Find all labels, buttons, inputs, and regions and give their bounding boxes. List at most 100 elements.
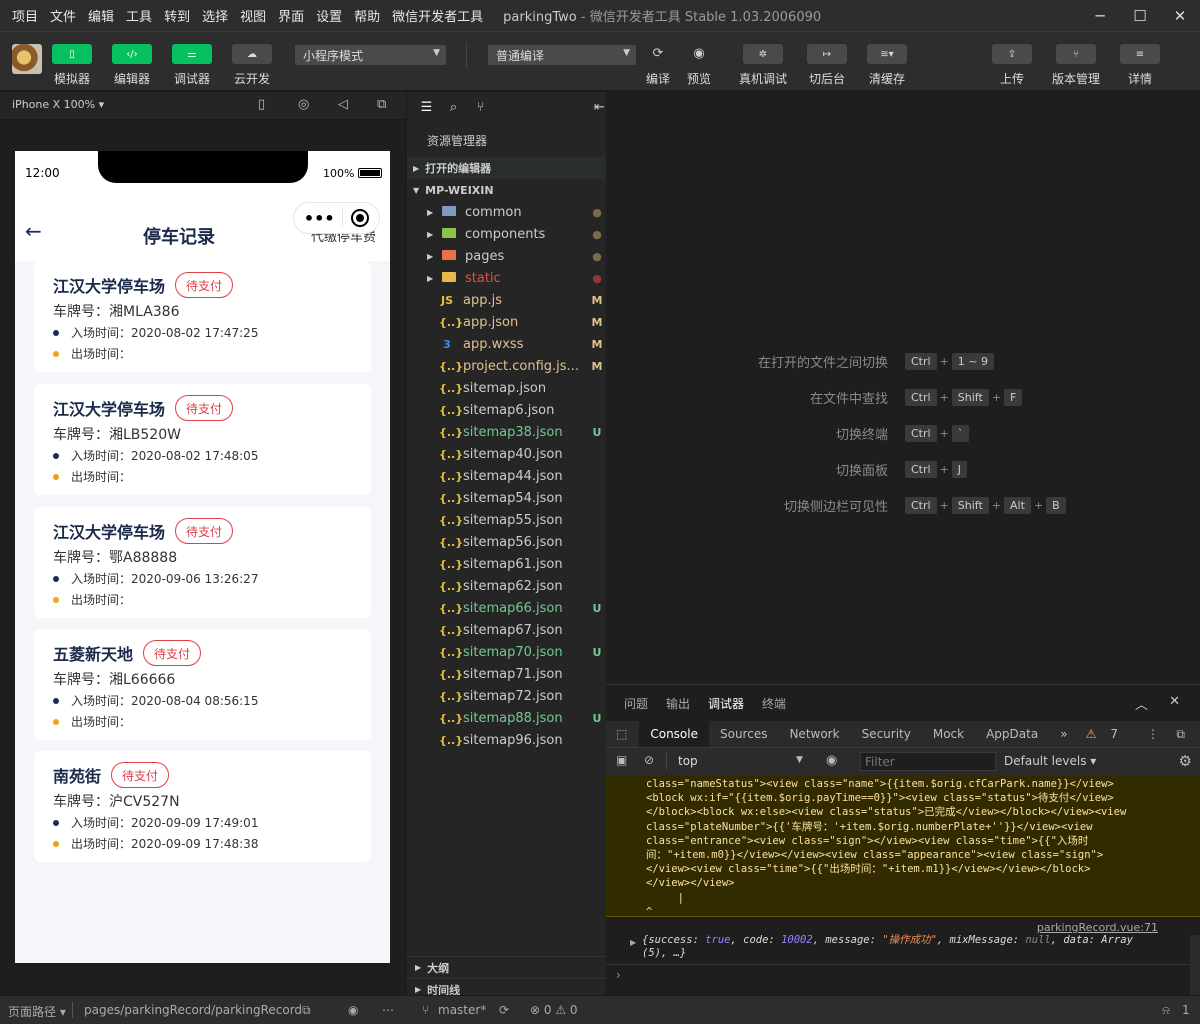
close-miniprogram-icon[interactable] (351, 209, 370, 227)
file-item[interactable]: {..} project.config.js... M (407, 355, 607, 377)
page-path-select[interactable]: 页面路径 ▾ (8, 1003, 66, 1020)
devtools-tab[interactable]: Sources (709, 721, 778, 747)
inspect-icon[interactable]: ⬚ (606, 721, 639, 747)
maximize-panel-icon[interactable]: ︿ (1135, 694, 1148, 713)
file-item[interactable]: {..} sitemap61.json (407, 553, 607, 575)
close-panel-icon[interactable]: ✕ (1169, 694, 1180, 709)
menu-item[interactable]: 选择 (202, 6, 228, 25)
bug-icon[interactable]: ✲ (743, 44, 783, 64)
menu-item[interactable]: 视图 (240, 6, 266, 25)
file-item[interactable]: {..} sitemap67.json (407, 619, 607, 641)
upload-icon[interactable]: ⇪ (992, 44, 1032, 64)
close-icon[interactable]: ✕ (1160, 0, 1200, 31)
back-arrow-icon[interactable]: ← (25, 219, 42, 243)
avatar[interactable] (12, 44, 42, 74)
git-branch[interactable]: master* (438, 1003, 486, 1017)
menu-item[interactable]: 文件 (50, 6, 76, 25)
devtools-tab[interactable]: Console (639, 721, 709, 747)
menu-icon[interactable]: ≡ (1120, 44, 1160, 64)
file-item[interactable]: JS app.js M (407, 289, 607, 311)
dock-icon[interactable]: ⧉ (1165, 721, 1196, 747)
devtools-tab[interactable]: Mock (922, 721, 975, 747)
simulator-button[interactable]: ▯ (52, 44, 92, 64)
console-log-entry[interactable]: parkingRecord.vue:71 ▶ {success: true, c… (606, 917, 1200, 965)
device-select[interactable]: iPhone X 100% ▾ (12, 98, 104, 111)
settings-gear-icon[interactable]: ⚙ (1179, 752, 1192, 770)
file-item[interactable]: {..} sitemap6.json (407, 399, 607, 421)
volume-icon[interactable]: ◁ (338, 97, 348, 112)
outline-section[interactable]: ▶ 大纲 (407, 956, 607, 978)
record-icon[interactable]: ◎ (298, 97, 309, 112)
file-item[interactable]: 3 app.wxss M (407, 333, 607, 355)
compile-select[interactable]: 普通编译 ▼ (488, 45, 636, 65)
log-levels-select[interactable]: Default levels ▾ (1004, 754, 1096, 768)
sync-icon[interactable]: ⟳ (499, 1003, 509, 1017)
eye-icon[interactable]: ◉ (348, 1003, 358, 1017)
branch-icon[interactable]: ⑂ (1056, 44, 1096, 64)
file-item[interactable]: {..} sitemap88.json U (407, 707, 607, 729)
minimize-icon[interactable]: ─ (1080, 0, 1120, 31)
mode-select[interactable]: 小程序模式 ▼ (295, 45, 446, 65)
menu-item[interactable]: 转到 (164, 6, 190, 25)
live-expression-eye-icon[interactable]: ◉ (826, 753, 837, 768)
switch-background-icon[interactable]: ↦ (807, 44, 847, 64)
cloud-button[interactable]: ☁ (232, 44, 272, 64)
menu-item[interactable]: 工具 (126, 6, 152, 25)
console-scrollbar[interactable] (1190, 935, 1200, 996)
console-prompt-icon[interactable]: › (616, 968, 621, 982)
menu-item[interactable]: 设置 (316, 6, 342, 25)
file-item[interactable]: {..} sitemap40.json (407, 443, 607, 465)
file-item[interactable]: {..} sitemap62.json (407, 575, 607, 597)
copy-icon[interactable]: ⧉ (302, 1003, 311, 1018)
parking-record-card[interactable]: 江汉大学停车场 待支付 车牌号：湘MLA386 入场时间：2020-08-02 17:… (34, 261, 371, 372)
folder-item[interactable]: ▶ pages ● (407, 245, 607, 267)
files-icon[interactable]: ☰ (419, 100, 434, 115)
file-item[interactable]: {..} sitemap55.json (407, 509, 607, 531)
context-select[interactable]: top (678, 754, 698, 768)
file-item[interactable]: {..} sitemap.json (407, 377, 607, 399)
file-item[interactable]: {..} sitemap38.json U (407, 421, 607, 443)
panel-tab[interactable]: 终端 (762, 695, 786, 712)
file-item[interactable]: {..} sitemap54.json (407, 487, 607, 509)
file-item[interactable]: {..} sitemap96.json (407, 729, 607, 751)
devtools-tab[interactable]: AppData (975, 721, 1049, 747)
devtools-tab[interactable]: Security (851, 721, 922, 747)
source-control-icon[interactable]: ⑂ (473, 100, 488, 115)
menu-item[interactable]: 界面 (278, 6, 304, 25)
clear-console-icon[interactable]: ⊘ (644, 753, 654, 767)
file-item[interactable]: {..} sitemap71.json (407, 663, 607, 685)
popout-icon[interactable]: ⧉ (377, 97, 386, 112)
file-item[interactable]: {..} app.json M (407, 311, 607, 333)
folder-item[interactable]: ▶ common ● (407, 201, 607, 223)
more-icon[interactable]: ••• (304, 209, 335, 228)
file-item[interactable]: {..} sitemap56.json (407, 531, 607, 553)
parking-record-card[interactable]: 南苑街 待支付 车牌号：沪CV527N 入场时间：2020-09-09 17:49:0… (34, 751, 371, 862)
editor-button[interactable]: ‹/› (112, 44, 152, 64)
menu-item[interactable]: 项目 (12, 6, 38, 25)
layers-icon[interactable]: ≋▾ (867, 44, 907, 64)
warning-icon[interactable]: ⚠ 7 (1075, 721, 1140, 747)
expand-triangle-icon[interactable]: ▶ (630, 938, 636, 947)
file-item[interactable]: {..} sitemap44.json (407, 465, 607, 487)
devtools-tab[interactable]: Network (778, 721, 850, 747)
console-filter-input[interactable] (860, 752, 996, 771)
debugger-button[interactable]: ⚌ (172, 44, 212, 64)
eye-icon[interactable]: ◉ (679, 43, 719, 63)
root-folder[interactable]: ▼ MP-WEIXIN (407, 179, 607, 201)
sidebar-toggle-icon[interactable]: ▣ (616, 753, 627, 767)
file-item[interactable]: {..} sitemap66.json U (407, 597, 607, 619)
log-source-link[interactable]: parkingRecord.vue:71 (1037, 921, 1158, 934)
file-item[interactable]: {..} sitemap72.json (407, 685, 607, 707)
collapse-sidebar-icon[interactable]: ⇤ (592, 100, 607, 115)
problems-count[interactable]: ⊗ 0 ⚠ 0 (530, 1003, 578, 1017)
parking-record-card[interactable]: 江汉大学停车场 待支付 车牌号：湘LB520W 入场时间：2020-08-02 17:… (34, 384, 371, 495)
folder-item[interactable]: ▶ components ● (407, 223, 607, 245)
file-item[interactable]: {..} sitemap70.json U (407, 641, 607, 663)
parking-record-card[interactable]: 江汉大学停车场 待支付 车牌号：鄂A88888 入场时间：2020-09-06 13:… (34, 507, 371, 618)
menu-item[interactable]: 帮助 (354, 6, 380, 25)
menu-item[interactable]: 微信开发者工具 (392, 6, 483, 25)
menu-item[interactable]: 编辑 (88, 6, 114, 25)
phone-icon[interactable]: ▯ (258, 97, 265, 112)
parking-record-card[interactable]: 五菱新天地 待支付 车牌号：湘L66666 入场时间：2020-08-04 08:56… (34, 629, 371, 740)
more-icon[interactable]: ⋯ (382, 1003, 394, 1017)
